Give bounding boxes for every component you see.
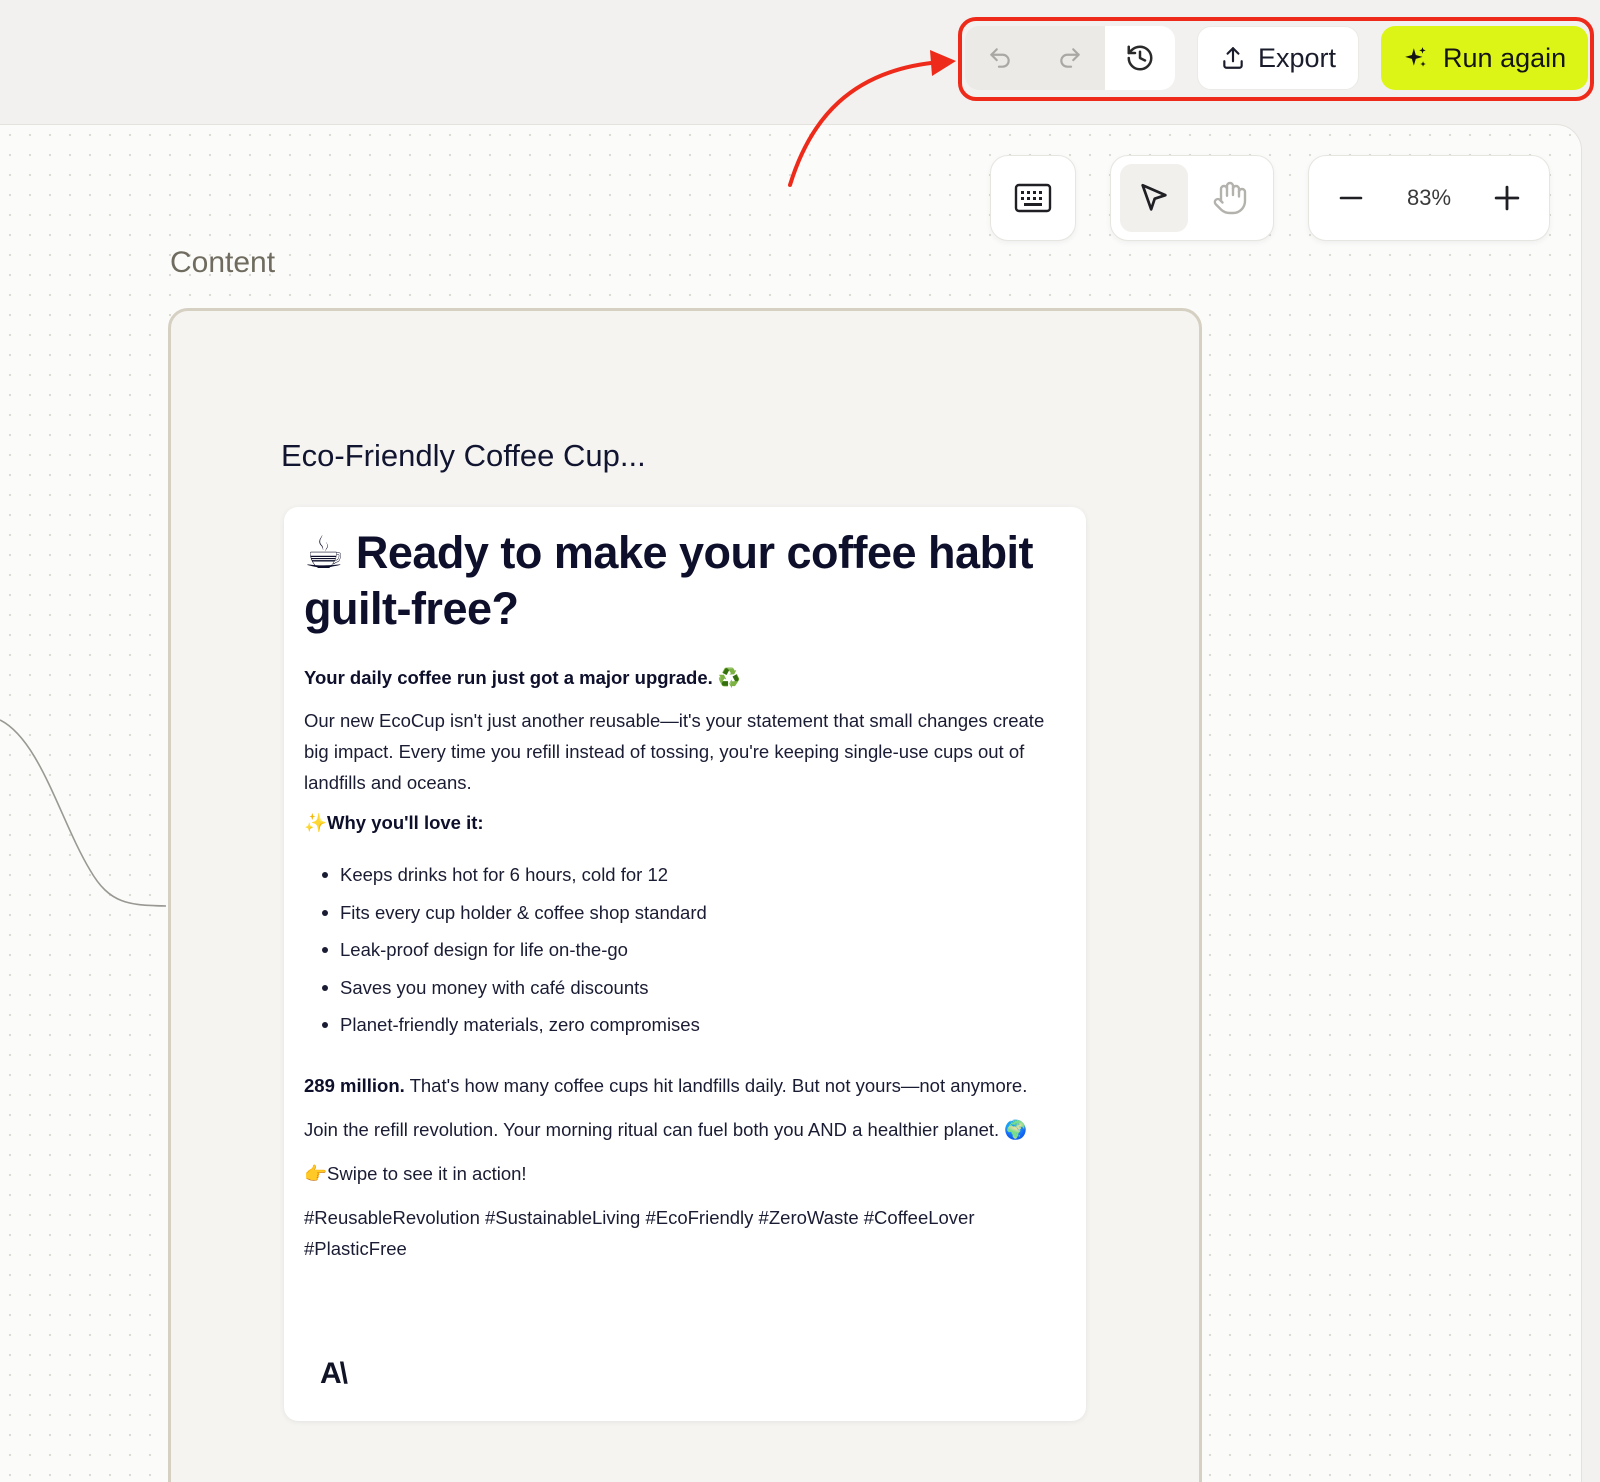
- join-paragraph: Join the refill revolution. Your morning…: [304, 1116, 1066, 1144]
- swipe-paragraph: 👉Swipe to see it in action!: [304, 1160, 1066, 1188]
- document-title[interactable]: Eco-Friendly Coffee Cup...: [281, 438, 646, 474]
- section-label: Content: [170, 246, 276, 279]
- list-item: Planet-friendly materials, zero compromi…: [304, 1006, 1066, 1044]
- stat-text: That's how many coffee cups hit landfill…: [409, 1074, 1028, 1096]
- pan-tool-button[interactable]: [1196, 164, 1264, 232]
- undo-icon: [990, 48, 1010, 68]
- sparkle-icon: [1405, 47, 1426, 67]
- export-label: Export: [1258, 42, 1337, 73]
- swipe-text: Swipe to see it in action!: [327, 1162, 527, 1184]
- top-toolbar: Export Run again: [965, 26, 1589, 90]
- stat-paragraph: 289 million. That's how many coffee cups…: [304, 1072, 1066, 1100]
- redo-button[interactable]: [1035, 26, 1105, 90]
- history-group: [965, 26, 1175, 90]
- pointing-emoji: 👉: [304, 1162, 328, 1184]
- hand-icon: [1213, 181, 1247, 215]
- history-icon: [1127, 45, 1153, 71]
- zoom-controls: 83%: [1308, 155, 1550, 241]
- redo-icon: [1060, 48, 1080, 68]
- pointer-icon: [1141, 183, 1167, 211]
- sparkles-emoji: ✨: [304, 812, 328, 833]
- post-headline: ☕ Ready to make your coffee habit guilt-…: [304, 525, 1066, 637]
- zoom-in-button[interactable]: [1487, 178, 1527, 218]
- headline-text: Ready to make your coffee habit guilt-fr…: [304, 527, 1034, 634]
- why-title: ✨Why you'll love it:: [304, 812, 1066, 834]
- post-subhead: Your daily coffee run just got a major u…: [304, 667, 1066, 689]
- hashtags: #ReusableRevolution #SustainableLiving #…: [304, 1206, 975, 1259]
- why-title-text: Why you'll love it:: [327, 812, 484, 833]
- globe-emoji: 🌍: [1004, 1118, 1028, 1140]
- history-button[interactable]: [1105, 26, 1175, 90]
- list-item: Keeps drinks hot for 6 hours, cold for 1…: [304, 856, 1066, 894]
- subhead-text: Your daily coffee run just got a major u…: [304, 667, 713, 688]
- minus-icon: [1339, 196, 1363, 200]
- run-again-button[interactable]: Run again: [1381, 26, 1589, 90]
- feature-list: Keeps drinks hot for 6 hours, cold for 1…: [304, 856, 1066, 1044]
- run-again-label: Run again: [1443, 42, 1567, 73]
- brand-logo: A\: [320, 1357, 348, 1390]
- tool-selector: [1110, 155, 1274, 241]
- zoom-level: 83%: [1406, 185, 1452, 210]
- coffee-emoji: ☕: [304, 527, 344, 578]
- zoom-out-button[interactable]: [1331, 178, 1371, 218]
- stat-bold: 289 million.: [304, 1074, 405, 1096]
- upload-icon: [1223, 47, 1243, 69]
- social-post-card[interactable]: ☕ Ready to make your coffee habit guilt-…: [284, 507, 1086, 1421]
- list-item: Fits every cup holder & coffee shop stan…: [304, 894, 1066, 932]
- select-tool-button[interactable]: [1120, 164, 1188, 232]
- keyboard-shortcuts-button[interactable]: [990, 155, 1076, 241]
- post-body: Our new EcoCup isn't just another reusab…: [304, 710, 1045, 793]
- list-item: Saves you money with café discounts: [304, 969, 1066, 1007]
- undo-button[interactable]: [965, 26, 1035, 90]
- join-text: Join the refill revolution. Your morning…: [304, 1118, 1000, 1140]
- export-button[interactable]: Export: [1197, 26, 1360, 90]
- keyboard-icon: [1014, 183, 1052, 213]
- list-item: Leak-proof design for life on-the-go: [304, 931, 1066, 969]
- plus-icon: [1494, 185, 1520, 211]
- recycle-emoji: ♻️: [717, 667, 741, 688]
